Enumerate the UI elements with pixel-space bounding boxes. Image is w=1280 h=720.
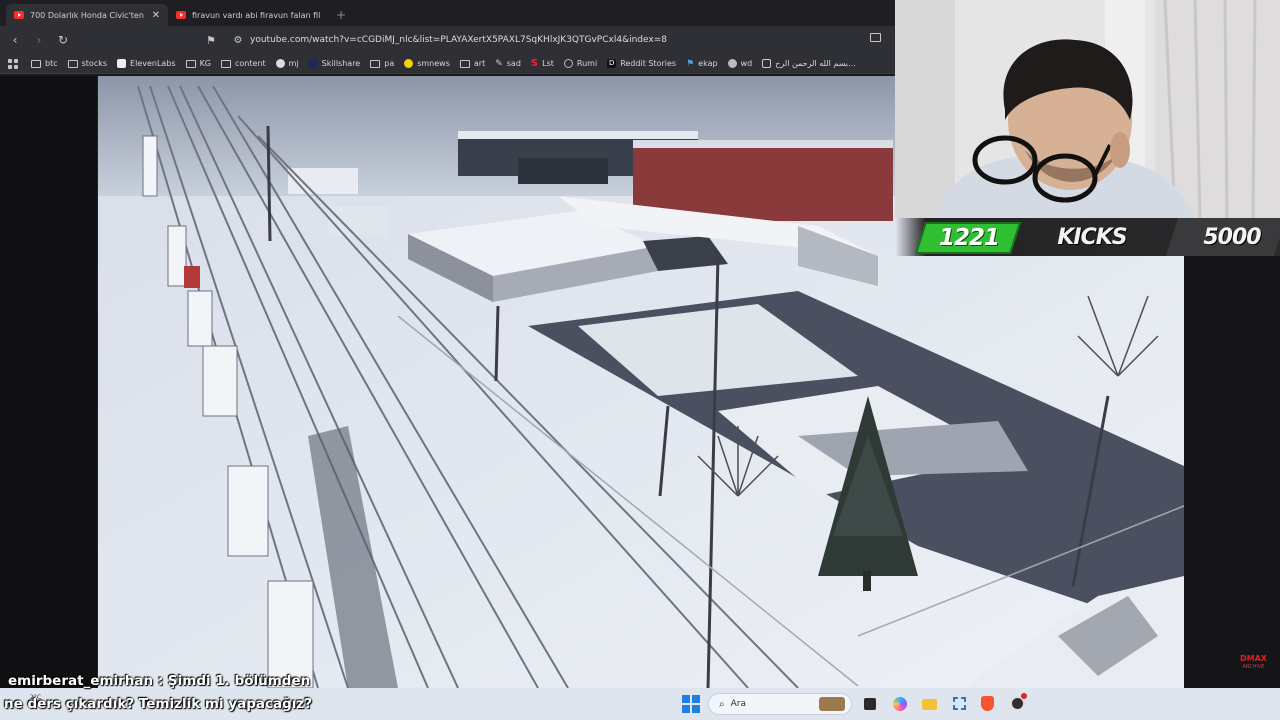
bookmark-mj[interactable]: mj bbox=[271, 59, 304, 68]
webcam-image bbox=[895, 0, 1280, 218]
new-tab-button[interactable]: + bbox=[336, 4, 346, 26]
bookmark-sad[interactable]: ✎ sad bbox=[490, 59, 526, 69]
bookmark-btc[interactable]: btc bbox=[26, 59, 63, 68]
bookmark-ekap[interactable]: ⚑ ekap bbox=[681, 59, 722, 69]
wiki-icon bbox=[727, 59, 737, 68]
right-dark-panel bbox=[1184, 256, 1280, 688]
chat-message-line1: emirberat_emirhan : Şimdi 1. bölümden bbox=[8, 673, 311, 689]
bookmark-label: Reddit Stories bbox=[620, 59, 677, 68]
brush-icon: ✎ bbox=[495, 58, 503, 69]
bookmark-rumi[interactable]: Rumi bbox=[559, 59, 602, 68]
bookmark-label: ekap bbox=[698, 59, 718, 68]
brave-browser-icon[interactable] bbox=[978, 694, 998, 714]
url-text[interactable]: youtube.com/watch?v=cCGDiMJ_nlc&list=PLA… bbox=[250, 35, 667, 45]
skillshare-icon bbox=[308, 59, 318, 68]
taskbar-search[interactable]: ⌕ Ara bbox=[708, 693, 852, 715]
youtube-icon bbox=[14, 11, 24, 19]
bookmark-label: smnews bbox=[417, 59, 450, 68]
smiley-icon bbox=[404, 59, 414, 68]
chat-message-line2: ne ders çıkardık? Temizlik mi yapacağız? bbox=[4, 696, 313, 712]
folder-icon bbox=[221, 59, 232, 68]
d-icon: D bbox=[607, 59, 617, 68]
close-tab-icon[interactable]: ✕ bbox=[152, 10, 160, 21]
bookmark-label: stocks bbox=[81, 59, 108, 68]
search-highlight-image bbox=[819, 697, 845, 711]
bookmark-label: ElevenLabs bbox=[130, 59, 176, 68]
bookmark-label: btc bbox=[45, 59, 58, 68]
bookmark-wd[interactable]: wd bbox=[723, 59, 758, 68]
globe-icon bbox=[563, 59, 573, 68]
bookmark-label: wd bbox=[740, 59, 753, 68]
snipping-tool-icon[interactable] bbox=[950, 694, 970, 714]
back-icon[interactable]: ‹ bbox=[6, 33, 24, 47]
kicks-goal-value: 5000 bbox=[1203, 225, 1261, 250]
flag-icon: ⚑ bbox=[686, 58, 695, 69]
tab-inactive[interactable]: firavun vardı abi firavun falan filan di… bbox=[168, 4, 328, 26]
folder-icon bbox=[370, 59, 381, 68]
bookmark-label: KG bbox=[199, 59, 212, 68]
s-icon: S bbox=[530, 58, 539, 69]
bookmark-art[interactable]: art bbox=[455, 59, 490, 68]
forward-icon[interactable]: › bbox=[30, 33, 48, 47]
site-info-icon[interactable]: ⚙ bbox=[226, 35, 250, 46]
tab-title: 700 Dolarlık Honda Civic'ten ... bbox=[30, 10, 146, 20]
bookmark-lst[interactable]: S Lst bbox=[526, 58, 559, 69]
url-bar[interactable]: ⚑ ⚙ youtube.com/watch?v=cCGDiMJ_nlc&list… bbox=[206, 29, 895, 51]
copilot-icon[interactable] bbox=[890, 694, 910, 714]
folder-icon bbox=[459, 59, 470, 68]
bookmark-label: Rumi bbox=[576, 59, 598, 68]
bookmark-elevenlabs[interactable]: ElevenLabs bbox=[112, 59, 181, 68]
search-icon: ⌕ bbox=[719, 698, 725, 710]
bookmark-arabic[interactable]: بسم الله الرحمن الرح... bbox=[757, 59, 861, 68]
file-explorer-icon[interactable] bbox=[920, 694, 940, 714]
folder-icon bbox=[185, 59, 196, 68]
folder-icon bbox=[67, 59, 78, 68]
dmax-watermark: DMAX ARCHIVE bbox=[1240, 655, 1267, 671]
watermark-sub: ARCHIVE bbox=[1242, 664, 1265, 670]
apps-icon[interactable] bbox=[8, 58, 18, 69]
folder-icon bbox=[31, 59, 41, 68]
browser-tab-bar: 700 Dolarlık Honda Civic'ten ... ✕ firav… bbox=[0, 0, 895, 26]
bookmark-skillshare[interactable]: Skillshare bbox=[304, 59, 366, 68]
bookmark-kg[interactable]: KG bbox=[181, 59, 216, 68]
bookmark-label: sad bbox=[506, 59, 521, 68]
task-view-icon[interactable] bbox=[860, 694, 880, 714]
bookmark-label: بسم الله الرحمن الرح... bbox=[775, 59, 856, 68]
bookmark-pa[interactable]: pa bbox=[365, 59, 399, 68]
tab-active[interactable]: 700 Dolarlık Honda Civic'ten ... ✕ bbox=[6, 4, 168, 26]
bookmark-content[interactable]: content bbox=[216, 59, 271, 68]
search-placeholder: Ara bbox=[730, 699, 746, 709]
bookmark-label: mj bbox=[288, 59, 299, 68]
webcam-overlay bbox=[895, 0, 1280, 218]
kicks-counter-label: KICKS bbox=[1057, 225, 1127, 250]
bookmarks-bar: btc stocks ElevenLabs KG content mj Skil… bbox=[0, 54, 895, 74]
reload-icon[interactable]: ↻ bbox=[54, 33, 72, 47]
bookmark-label: pa bbox=[384, 59, 395, 68]
bookmark-reddit-stories[interactable]: D Reddit Stories bbox=[602, 59, 681, 68]
bookmark-stocks[interactable]: stocks bbox=[63, 59, 112, 68]
watermark-logo: DMAX bbox=[1240, 654, 1267, 663]
tab-title: firavun vardı abi firavun falan filan di… bbox=[192, 10, 320, 20]
youtube-icon bbox=[176, 11, 186, 19]
elevenlabs-icon bbox=[117, 59, 127, 68]
github-icon bbox=[275, 59, 285, 68]
kicks-counter-value: 1221 bbox=[938, 225, 1000, 251]
start-button[interactable] bbox=[681, 694, 701, 714]
obs-icon[interactable] bbox=[1008, 693, 1028, 714]
doc-icon bbox=[762, 59, 772, 68]
bookmark-smnews[interactable]: smnews bbox=[399, 59, 455, 68]
bookmark-label: Skillshare bbox=[321, 59, 361, 68]
bookmark-label: content bbox=[235, 59, 266, 68]
left-dark-panel bbox=[0, 76, 98, 688]
cast-icon[interactable] bbox=[870, 33, 881, 42]
address-toolbar: ‹ › ↻ ⚑ ⚙ youtube.com/watch?v=cCGDiMJ_nl… bbox=[0, 26, 895, 54]
bookmark-label: Lst bbox=[542, 59, 554, 68]
bookmark-icon[interactable]: ⚑ bbox=[206, 34, 226, 47]
bookmark-label: art bbox=[473, 59, 486, 68]
